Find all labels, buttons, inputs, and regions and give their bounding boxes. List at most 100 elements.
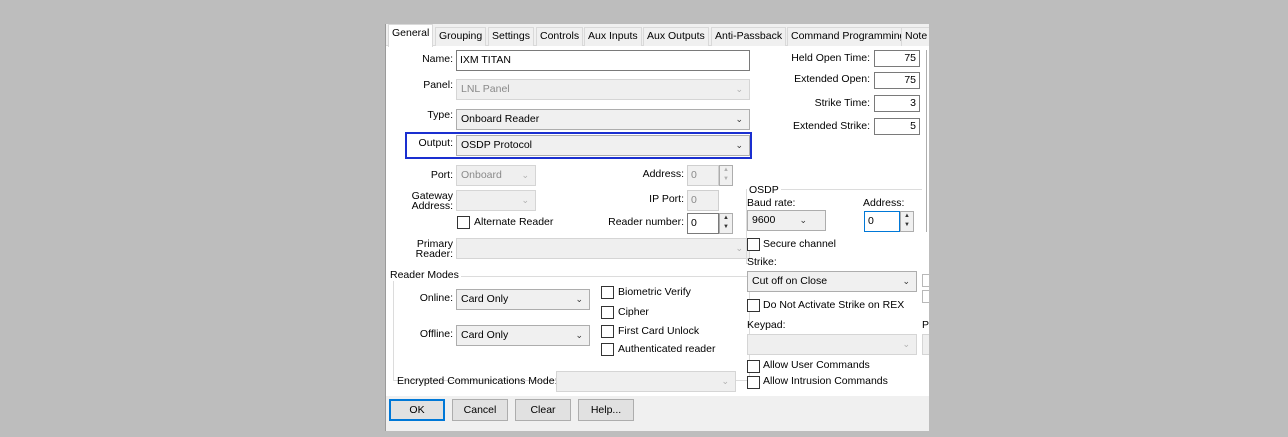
held-open-time-label: Held Open Time: bbox=[791, 52, 870, 64]
gateway-address-select: ⌄ bbox=[456, 190, 536, 211]
output-select[interactable]: OSDP Protocol ⌄ bbox=[456, 135, 750, 156]
baud-rate-label: Baud rate: bbox=[747, 197, 796, 209]
keypad-label: Keypad: bbox=[747, 319, 786, 331]
spin-down-icon: ▼ bbox=[723, 224, 729, 230]
chevron-down-icon: ⌄ bbox=[521, 170, 529, 180]
first-card-unlock-label: First Card Unlock bbox=[618, 325, 700, 337]
offline-mode-select[interactable]: Card Only ⌄ bbox=[456, 325, 590, 346]
chevron-down-icon: ⌄ bbox=[735, 243, 743, 253]
tab-anti-passback[interactable]: Anti-Passback bbox=[711, 27, 787, 46]
no-strike-on-rex-label: Do Not Activate Strike on REX bbox=[763, 299, 905, 311]
primary-reader-label-line2: Reader: bbox=[415, 248, 453, 260]
reader-number-label: Reader number: bbox=[608, 216, 684, 228]
ip-port-label: IP Port: bbox=[649, 193, 684, 205]
osdp-address-spinner[interactable]: ▲ ▼ bbox=[900, 211, 914, 232]
strike-time-input[interactable]: 3 bbox=[874, 95, 920, 112]
cipher-checkbox[interactable] bbox=[601, 306, 614, 319]
tab-controls[interactable]: Controls bbox=[536, 27, 584, 46]
panel-label: Panel: bbox=[423, 79, 453, 91]
port-value: Onboard bbox=[461, 169, 502, 181]
extended-strike-input[interactable]: 5 bbox=[874, 118, 920, 135]
address-label: Address: bbox=[642, 168, 684, 180]
help-button[interactable]: Help... bbox=[578, 399, 634, 421]
primary-reader-label: Primary Reader: bbox=[386, 239, 453, 260]
gateway-label-line2: Address: bbox=[411, 200, 453, 212]
chevron-down-icon: ⌄ bbox=[902, 339, 910, 349]
button-bar: OK Cancel Clear Help... bbox=[386, 396, 929, 431]
extended-open-label: Extended Open: bbox=[794, 73, 870, 85]
online-label: Online: bbox=[419, 292, 453, 304]
panel-select: LNL Panel ⌄ bbox=[456, 79, 750, 100]
baud-rate-select[interactable]: 9600 ⌄ bbox=[747, 210, 826, 231]
general-tab-page: Name: IXM TITAN Panel: LNL Panel ⌄ Type: … bbox=[386, 46, 929, 396]
port-label: Port: bbox=[430, 169, 453, 181]
tab-aux-outputs[interactable]: Aux Outputs bbox=[643, 27, 709, 46]
address-input: 0 bbox=[687, 165, 719, 186]
keypad-select: ⌄ bbox=[747, 334, 917, 355]
tab-settings[interactable]: Settings bbox=[488, 27, 534, 46]
spin-down-icon: ▼ bbox=[723, 176, 729, 182]
primary-reader-select: ⌄ bbox=[456, 238, 750, 259]
tab-grouping[interactable]: Grouping bbox=[435, 27, 487, 46]
osdp-address-label: Address: bbox=[863, 197, 905, 209]
cipher-label: Cipher bbox=[618, 306, 649, 318]
tab-aux-inputs[interactable]: Aux Inputs bbox=[584, 27, 642, 46]
cancel-button[interactable]: Cancel bbox=[452, 399, 508, 421]
online-mode-select[interactable]: Card Only ⌄ bbox=[456, 289, 590, 310]
biometric-verify-label: Biometric Verify bbox=[618, 286, 691, 298]
held-open-time-input[interactable]: 75 bbox=[874, 50, 920, 67]
chevron-down-icon: ⌄ bbox=[575, 294, 583, 304]
chevron-down-icon: ⌄ bbox=[721, 376, 729, 386]
spin-down-icon: ▼ bbox=[904, 222, 910, 228]
type-label: Type: bbox=[427, 109, 453, 121]
alternate-reader-label: Alternate Reader bbox=[474, 216, 554, 228]
secure-channel-checkbox[interactable] bbox=[747, 238, 760, 251]
output-label: Output: bbox=[418, 137, 453, 149]
clear-button[interactable]: Clear bbox=[515, 399, 571, 421]
chevron-down-icon: ⌄ bbox=[902, 276, 910, 286]
reader-number-input[interactable]: 0 bbox=[687, 213, 719, 234]
backdrop-right bbox=[929, 24, 1288, 431]
authenticated-reader-checkbox[interactable] bbox=[601, 343, 614, 356]
no-strike-on-rex-checkbox[interactable] bbox=[747, 299, 760, 312]
tab-general[interactable]: General bbox=[388, 24, 434, 47]
tab-bar: General Grouping Settings Controls Aux I… bbox=[386, 24, 929, 47]
encrypted-comms-label: Encrypted Communications Mode: bbox=[397, 375, 558, 387]
offline-label: Offline: bbox=[419, 328, 453, 340]
spin-up-icon: ▲ bbox=[723, 215, 729, 221]
first-card-unlock-checkbox[interactable] bbox=[601, 325, 614, 338]
chevron-down-icon: ⌄ bbox=[735, 84, 743, 94]
spin-up-icon: ▲ bbox=[904, 213, 910, 219]
chevron-down-icon: ⌄ bbox=[799, 215, 807, 225]
allow-intrusion-commands-checkbox[interactable] bbox=[747, 376, 760, 389]
strike-mode-select[interactable]: Cut off on Close ⌄ bbox=[747, 271, 917, 292]
tab-notes[interactable]: Note bbox=[901, 27, 929, 46]
reader-number-spinner[interactable]: ▲ ▼ bbox=[719, 213, 733, 234]
encrypted-comms-select: ⌄ bbox=[556, 371, 736, 392]
type-select[interactable]: Onboard Reader ⌄ bbox=[456, 109, 750, 130]
clipped-checkbox-2 bbox=[922, 290, 929, 303]
osdp-title: OSDP bbox=[747, 184, 781, 196]
extended-open-input[interactable]: 75 bbox=[874, 72, 920, 89]
alternate-reader-checkbox[interactable] bbox=[457, 216, 470, 229]
tab-command-programming[interactable]: Command Programming bbox=[787, 27, 910, 46]
port-select: Onboard ⌄ bbox=[456, 165, 536, 186]
gateway-address-label: Gateway Address: bbox=[386, 191, 453, 212]
secure-channel-label: Secure channel bbox=[763, 238, 836, 250]
chevron-down-icon: ⌄ bbox=[521, 195, 529, 205]
chevron-down-icon: ⌄ bbox=[575, 330, 583, 340]
allow-user-commands-label: Allow User Commands bbox=[763, 359, 870, 371]
allow-user-commands-checkbox[interactable] bbox=[747, 360, 760, 373]
reader-modes-title: Reader Modes bbox=[388, 269, 461, 281]
clipped-checkbox-1 bbox=[922, 274, 929, 287]
name-input[interactable]: IXM TITAN bbox=[456, 50, 750, 71]
offline-mode-value: Card Only bbox=[461, 329, 509, 341]
ip-port-input: 0 bbox=[687, 190, 719, 211]
allow-intrusion-commands-label: Allow Intrusion Commands bbox=[763, 375, 888, 387]
osdp-address-input[interactable]: 0 bbox=[864, 211, 900, 232]
spin-up-icon: ▲ bbox=[723, 167, 729, 173]
address-spinner: ▲ ▼ bbox=[719, 165, 733, 186]
ok-button[interactable]: OK bbox=[389, 399, 445, 421]
biometric-verify-checkbox[interactable] bbox=[601, 286, 614, 299]
extended-strike-label: Extended Strike: bbox=[792, 120, 870, 132]
